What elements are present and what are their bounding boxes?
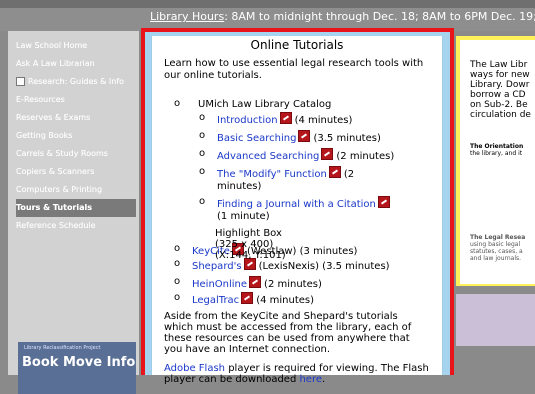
bullet-icon: o (199, 130, 206, 141)
tutorials-panel: Online Tutorials Learn how to use essent… (151, 36, 443, 385)
flash-notice: Adobe Flash player is required for viewi… (164, 363, 440, 385)
aside-text: Aside from the KeyCite and Shepard's tut… (164, 311, 412, 355)
tutorial-item: o LegalTrac (4 minutes) (174, 292, 315, 307)
sidebar-item-label: Getting Books (16, 131, 73, 140)
sidebar-item-label: Copiers & Scanners (16, 167, 95, 176)
promo-title: Book Move Info (22, 355, 136, 370)
pdf-icon[interactable] (241, 292, 254, 304)
purple-panel (456, 294, 535, 346)
sidebar-item-getting-books[interactable]: Getting Books (16, 127, 136, 145)
tutorial-item: o The "Modify" Function (2 minutes) (199, 166, 355, 193)
orientation-text: the library, and it (470, 150, 523, 157)
promo-subtitle: Library Reclassification Project (24, 345, 101, 351)
callout-text-main: The Law Libr ways for new Library. Dowr … (470, 60, 531, 120)
pdf-icon[interactable] (328, 166, 341, 178)
bullet-icon: o (174, 243, 181, 254)
tutorial-duration: (2 minutes) (264, 279, 322, 290)
sidebar-item-label: E-Resources (16, 95, 65, 104)
orientation-heading: The Orientation (470, 143, 524, 150)
bullet-icon: o (174, 292, 181, 303)
tutorial-link-legaltrac[interactable]: LegalTrac (192, 295, 239, 306)
pdf-icon[interactable] (249, 276, 262, 288)
flash-text-end: . (322, 374, 326, 385)
sidebar-item-label: Reference Schedule (16, 221, 96, 230)
bullet-icon: o (199, 166, 206, 177)
tooltip-title: Highlight Box (215, 228, 282, 239)
tutorial-item: o Advanced Searching (2 minutes) (199, 148, 395, 163)
page-title: Online Tutorials (250, 38, 344, 52)
tutorial-duration: (1 minute) (217, 211, 270, 222)
pdf-icon[interactable] (321, 148, 334, 160)
tutorial-item: o Basic Searching (3.5 minutes) (199, 130, 381, 145)
sidebar-item-label: Reserves & Exams (16, 113, 91, 122)
library-hours-banner: Library Hours: 8AM to midnight through D… (150, 8, 535, 26)
sidebar-item-label: Tours & Tutorials (16, 203, 93, 212)
library-hours-link[interactable]: Library Hours (150, 10, 224, 23)
legal-research-heading: The Legal Resea (470, 234, 526, 241)
bullet-icon: o (199, 196, 206, 207)
tutorial-duration: (4 minutes) (294, 115, 353, 126)
sidebar-item-research-guides[interactable]: + Research: Guides & Info (16, 73, 136, 91)
bullet-icon: o (199, 112, 206, 123)
top-strip (0, 0, 535, 8)
pdf-icon[interactable] (377, 196, 390, 208)
highlight-box-tooltip: Highlight Box (325 x 400) (X:144, Y:101) (215, 228, 315, 261)
tutorial-duration: (4 minutes) (256, 295, 315, 306)
top-bar: Library Hours: 8AM to midnight through D… (0, 0, 535, 31)
sidebar-item-label: Computers & Printing (16, 185, 103, 194)
tooltip-position: (X:144, Y:101) (215, 250, 286, 261)
legal-research-text: using basic legal statutes, cases, a and… (470, 241, 523, 262)
bullet-icon: o (174, 98, 181, 109)
sidebar-item-law-school-home[interactable]: Law School Home (16, 37, 136, 55)
sidebar-item-tours-tutorials[interactable]: Tours & Tutorials (16, 199, 136, 217)
tutorial-duration-cont: minutes) (217, 181, 262, 192)
pdf-icon[interactable] (298, 130, 311, 142)
sidebar-item-copiers[interactable]: Copiers & Scanners (16, 163, 136, 181)
catalog-heading: UMich Law Library Catalog (198, 99, 332, 110)
sidebar-item-label: Carrels & Study Rooms (16, 149, 108, 158)
bullet-icon: o (174, 276, 181, 287)
tutorial-item: o HeinOnline (2 minutes) (174, 276, 322, 291)
tutorial-link-shepards[interactable]: Shepard's (192, 261, 242, 272)
pdf-icon[interactable] (279, 112, 292, 124)
sidebar: Law School Home Ask A Law Librarian + Res… (8, 31, 139, 394)
tutorial-link-introduction[interactable]: Introduction (217, 115, 278, 126)
book-move-promo[interactable]: Library Reclassification Project Book Mo… (18, 342, 136, 394)
intro-text: Learn how to use essential legal researc… (164, 58, 424, 81)
tutorial-duration: (LexisNexis) (3.5 minutes) (258, 261, 390, 272)
tutorial-link-journal-citation[interactable]: Finding a Journal with a Citation (217, 199, 376, 210)
callout-text: The Law Libr ways for new Library. Dowr … (470, 60, 531, 120)
tutorial-link-basic-searching[interactable]: Basic Searching (217, 133, 296, 144)
bullet-icon: o (174, 258, 181, 269)
tutorial-item: o Finding a Journal with a Citation (1 m… (199, 196, 393, 223)
expand-icon[interactable]: + (16, 77, 25, 86)
adobe-flash-link[interactable]: Adobe Flash (164, 363, 225, 374)
sidebar-item-label: Law School Home (16, 41, 88, 50)
tutorial-duration: (3.5 minutes) (313, 133, 381, 144)
tutorial-duration: (2 minutes) (336, 151, 395, 162)
sidebar-item-carrels[interactable]: Carrels & Study Rooms (16, 145, 136, 163)
legal-research-blurb: The Legal Resea using basic legal statute… (470, 234, 525, 262)
sidebar-item-e-resources[interactable]: E-Resources (16, 91, 136, 109)
sidebar-item-reserves-exams[interactable]: Reserves & Exams (16, 109, 136, 127)
library-hours-text: : 8AM to midnight through Dec. 18; 8AM t… (224, 10, 535, 23)
tutorial-link-heinonline[interactable]: HeinOnline (192, 279, 247, 290)
tutorial-item: o Introduction (4 minutes) (199, 112, 353, 127)
tutorial-link-modify-function[interactable]: The "Modify" Function (217, 169, 327, 180)
sidebar-item-computers[interactable]: Computers & Printing (16, 181, 136, 199)
tutorial-duration: (2 (343, 169, 355, 180)
tutorial-link-advanced-searching[interactable]: Advanced Searching (217, 151, 319, 162)
left-edge (0, 31, 8, 375)
sidebar-item-label: Research: Guides & Info (28, 77, 125, 86)
tooltip-size: (325 x 400) (215, 239, 274, 250)
sidebar-item-ask-librarian[interactable]: Ask A Law Librarian (16, 55, 136, 73)
sidebar-nav: Law School Home Ask A Law Librarian + Res… (16, 37, 136, 235)
bullet-icon: o (199, 148, 206, 159)
sidebar-item-label: Ask A Law Librarian (16, 59, 95, 68)
flash-download-link[interactable]: here (299, 374, 322, 385)
orientation-blurb: The Orientation the library, and it (470, 143, 523, 157)
sidebar-item-reference-schedule[interactable]: Reference Schedule (16, 217, 136, 235)
